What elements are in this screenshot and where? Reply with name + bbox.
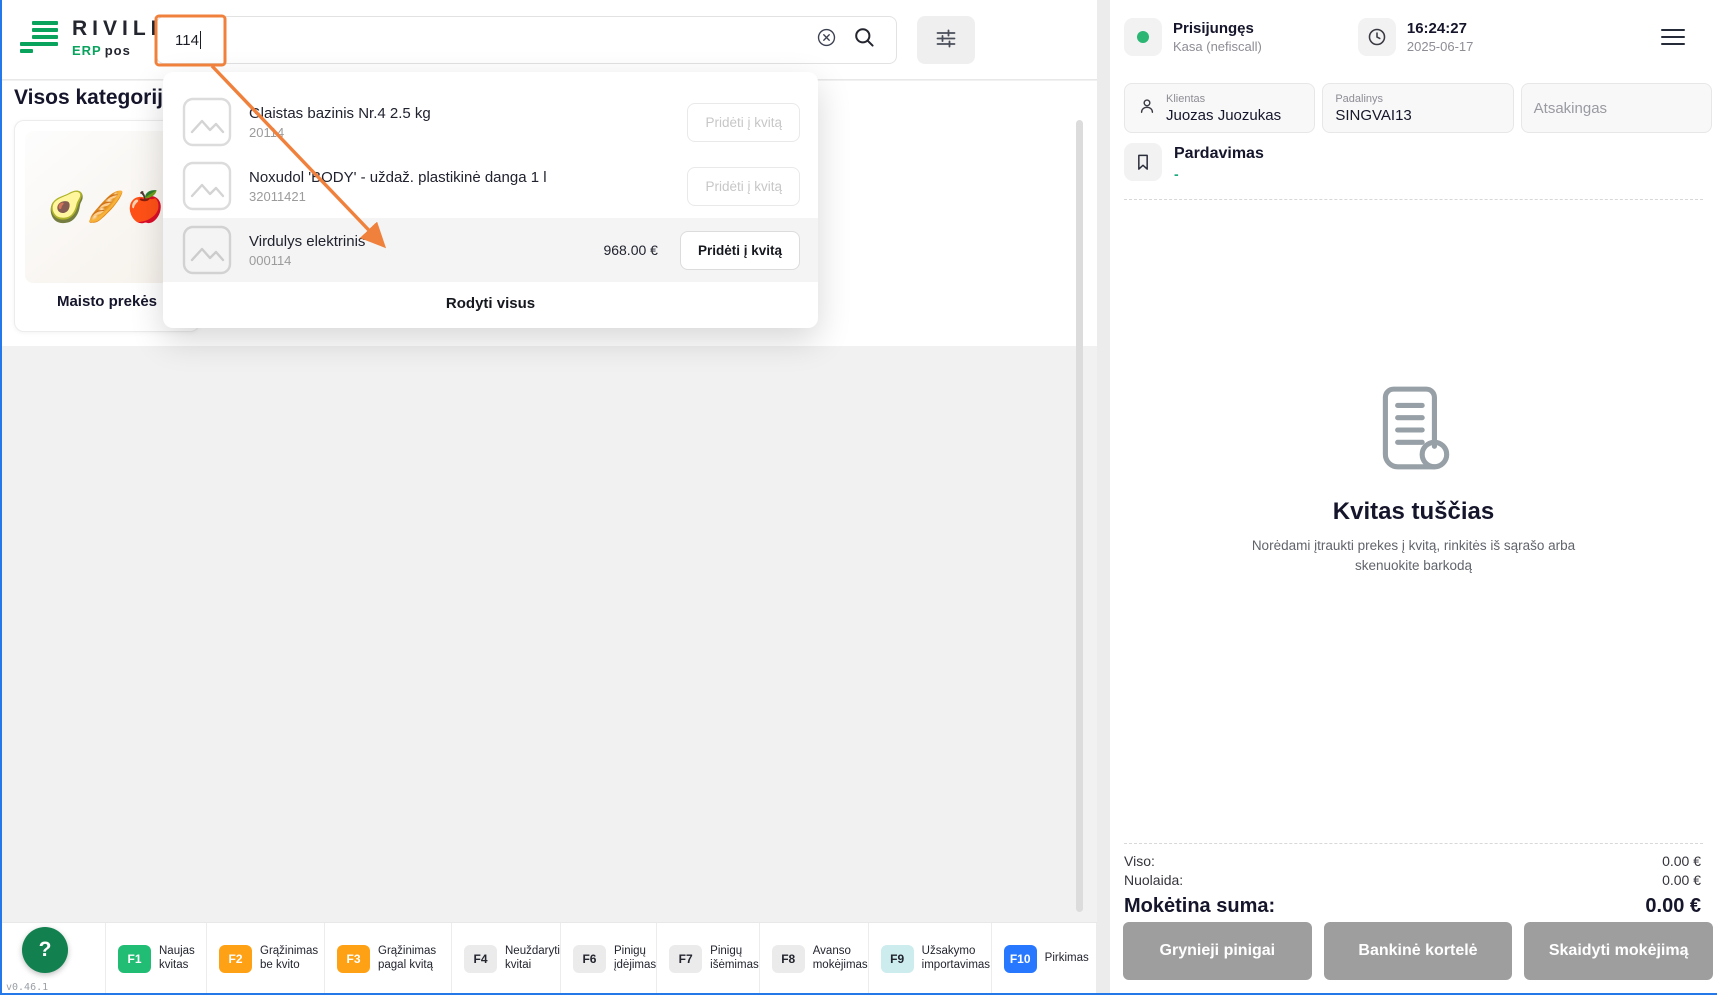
clock-icon bbox=[1358, 18, 1396, 56]
fkey-f7-cash-out[interactable]: F7 Pinigų išėmimas bbox=[657, 923, 760, 995]
capture-edge bbox=[0, 0, 2, 995]
vertical-scrollbar[interactable] bbox=[1076, 120, 1083, 912]
cash-payment-button[interactable]: Grynieji pinigai bbox=[1123, 922, 1312, 980]
filter-button[interactable] bbox=[917, 16, 975, 64]
branch-card[interactable]: Padalinys SINGVAI13 bbox=[1322, 83, 1513, 133]
product-name: Virdulys elektrinis bbox=[249, 233, 587, 250]
panel-divider bbox=[1097, 0, 1110, 995]
current-date: 2025-06-17 bbox=[1407, 39, 1474, 54]
discount-label: Nuolaida: bbox=[1124, 871, 1183, 890]
clock-block: 16:24:27 2025-06-17 bbox=[1358, 18, 1474, 56]
branch-label: Padalinys bbox=[1335, 93, 1411, 105]
status-dot-icon bbox=[1124, 18, 1162, 56]
discount-value: 0.00 € bbox=[1662, 871, 1701, 890]
search-input[interactable]: 114 bbox=[156, 16, 897, 64]
add-to-receipt-button[interactable]: Pridėti į kvitą bbox=[687, 103, 800, 142]
search-result-row[interactable]: Noxudol 'BODY' - uždaž. plastikinė danga… bbox=[163, 154, 818, 218]
status-title: Prisijungęs bbox=[1173, 20, 1262, 37]
search-icon[interactable] bbox=[853, 26, 876, 54]
image-placeholder-icon bbox=[181, 160, 233, 212]
text-caret bbox=[200, 31, 202, 49]
payable-label: Mokėtina suma: bbox=[1124, 893, 1275, 919]
fkey-f2-return-no-receipt[interactable]: F2 Grąžinimas be kvito bbox=[207, 923, 325, 995]
f7-key-badge: F7 bbox=[669, 945, 702, 973]
card-payment-button[interactable]: Bankinė kortelė bbox=[1324, 922, 1513, 980]
totals-block: Viso: 0.00 € Nuolaida: 0.00 € Mokėtina s… bbox=[1124, 852, 1701, 919]
mode-title: Pardavimas bbox=[1174, 145, 1264, 163]
f10-key-badge: F10 bbox=[1004, 945, 1037, 973]
function-key-bar: ? v0.46.1 F1 Naujas kvitas F2 Grąžinimas… bbox=[0, 922, 1097, 995]
f3-key-badge: F3 bbox=[337, 945, 370, 973]
show-all-results-link[interactable]: Rodyti visus bbox=[163, 282, 818, 324]
menu-icon[interactable] bbox=[1661, 29, 1685, 46]
f1-key-badge: F1 bbox=[118, 945, 151, 973]
fkey-f6-cash-in[interactable]: F6 Pinigų įdėjimas bbox=[561, 923, 657, 995]
f4-key-badge: F4 bbox=[464, 945, 497, 973]
receipt-mode: Pardavimas - bbox=[1124, 143, 1264, 182]
fkey-f3-return-by-receipt[interactable]: F3 Grąžinimas pagal kvitą bbox=[325, 923, 452, 995]
sliders-icon bbox=[934, 26, 958, 55]
product-name: Noxudol 'BODY' - uždaž. plastikinė danga… bbox=[249, 169, 649, 186]
divider bbox=[1124, 199, 1703, 200]
categories-title: Visos kategorijos bbox=[14, 86, 188, 110]
payment-buttons: Grynieji pinigai Bankinė kortelė Skaidyt… bbox=[1123, 922, 1713, 980]
current-time: 16:24:27 bbox=[1407, 20, 1474, 37]
fkey-f9-order-import[interactable]: F9 Užsakymo importavimas bbox=[869, 923, 992, 995]
app-version: v0.46.1 bbox=[6, 982, 48, 993]
fkey-f4-open-receipts[interactable]: F4 Neuždaryti kvitai bbox=[452, 923, 561, 995]
f6-key-badge: F6 bbox=[573, 945, 606, 973]
search-value: 114 bbox=[175, 32, 199, 49]
rivile-logo: RIVILE ERPpos bbox=[18, 17, 170, 59]
branch-value: SINGVAI13 bbox=[1335, 107, 1411, 124]
product-code: 000114 bbox=[249, 253, 587, 268]
product-code: 20114 bbox=[249, 125, 649, 140]
main-area: Visos kategorijos 🥑🥖🍎 Maisto prekės RIVI… bbox=[0, 0, 1097, 995]
divider bbox=[1124, 843, 1703, 844]
client-card[interactable]: Klientas Juozas Juozukas bbox=[1124, 83, 1315, 133]
fkey-f8-advance-payment[interactable]: F8 Avanso mokėjimas bbox=[760, 923, 869, 995]
search-result-row[interactable]: Glaistas bazinis Nr.4 2.5 kg 20114 Pridė… bbox=[163, 90, 818, 154]
help-button[interactable]: ? bbox=[22, 927, 68, 973]
search-result-row-highlighted[interactable]: Virdulys elektrinis 000114 968.00 € Prid… bbox=[163, 218, 818, 282]
product-price: 968.00 € bbox=[603, 242, 658, 258]
product-name: Glaistas bazinis Nr.4 2.5 kg bbox=[249, 105, 649, 122]
responsible-card[interactable]: Atsakingas bbox=[1521, 83, 1712, 133]
image-placeholder-icon bbox=[181, 96, 233, 148]
receipt-icon bbox=[1370, 383, 1458, 477]
search-results-dropdown: Glaistas bazinis Nr.4 2.5 kg 20114 Pridė… bbox=[163, 72, 818, 328]
receipt-panel: Prisijungęs Kasa (nefiscall) 16:24:27 20… bbox=[1110, 0, 1717, 995]
client-value: Juozas Juozukas bbox=[1166, 107, 1281, 124]
add-to-receipt-button[interactable]: Pridėti į kvitą bbox=[687, 167, 800, 206]
payable-value: 0.00 € bbox=[1645, 893, 1701, 919]
clear-search-icon[interactable] bbox=[816, 27, 837, 53]
f2-key-badge: F2 bbox=[219, 945, 252, 973]
connection-status: Prisijungęs Kasa (nefiscall) bbox=[1124, 18, 1262, 56]
bookmark-icon bbox=[1124, 143, 1162, 181]
client-label: Klientas bbox=[1166, 93, 1281, 105]
mode-value: - bbox=[1174, 166, 1264, 182]
f8-key-badge: F8 bbox=[772, 945, 805, 973]
fkey-f1-new-receipt[interactable]: F1 Naujas kvitas bbox=[106, 923, 207, 995]
f9-key-badge: F9 bbox=[881, 945, 914, 973]
status-subtitle: Kasa (nefiscall) bbox=[1173, 39, 1262, 54]
image-placeholder-icon bbox=[181, 224, 233, 276]
fkey-f10-purchase[interactable]: F10 Pirkimas bbox=[992, 923, 1097, 995]
split-payment-button[interactable]: Skaidyti mokėjimą bbox=[1524, 922, 1713, 980]
responsible-label: Atsakingas bbox=[1534, 100, 1607, 117]
add-to-receipt-button[interactable]: Pridėti į kvitą bbox=[680, 231, 800, 270]
person-icon bbox=[1137, 96, 1157, 121]
rivile-logo-icon bbox=[18, 17, 62, 59]
help-cell: ? v0.46.1 bbox=[0, 923, 106, 995]
total-value: 0.00 € bbox=[1662, 852, 1701, 871]
total-label: Viso: bbox=[1124, 852, 1155, 871]
empty-receipt-title: Kvitas tuščias bbox=[1110, 498, 1717, 526]
empty-receipt-subtitle: Norėdami įtraukti prekes į kvitą, rinkit… bbox=[1249, 536, 1579, 575]
product-code: 32011421 bbox=[249, 189, 649, 204]
empty-receipt-state: Kvitas tuščias Norėdami įtraukti prekes … bbox=[1110, 383, 1717, 575]
